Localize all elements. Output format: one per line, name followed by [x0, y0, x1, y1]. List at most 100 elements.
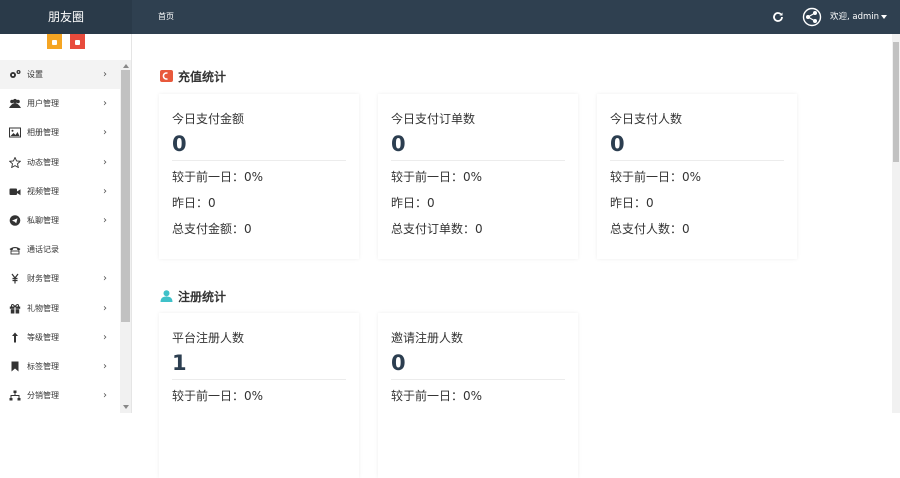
- logo-red-icon: [70, 34, 85, 49]
- chevron-right-icon: ›: [103, 360, 107, 372]
- sidebar-item-label: 分销管理: [27, 391, 59, 401]
- sidebar-item-label: 私聊管理: [27, 215, 59, 225]
- chevron-right-icon: ›: [103, 98, 107, 110]
- recharge-title-text: 充值统计: [178, 70, 227, 84]
- image-icon: [9, 127, 21, 138]
- tab-home[interactable]: 首页: [158, 0, 174, 34]
- sidebar-item-albums[interactable]: 相册管理 ›: [0, 118, 120, 147]
- sidebar-item-users[interactable]: 用户管理 ›: [0, 89, 120, 118]
- card-total: 总支付金额：0: [172, 222, 252, 236]
- main-scrollbar[interactable]: [892, 34, 900, 413]
- sidebar-menu: 设置 › 用户管理 › 相册管理 › 动态管理 › 视频管理 › 私聊管理 ›: [0, 60, 120, 410]
- card-divider: [391, 379, 565, 380]
- sidebar: 设置 › 用户管理 › 相册管理 › 动态管理 › 视频管理 › 私聊管理 ›: [0, 34, 132, 413]
- card-compare: 较于前一日：0%: [172, 389, 264, 403]
- card-value: 0: [391, 132, 406, 156]
- sidebar-scroll-thumb[interactable]: [121, 70, 130, 322]
- sidebar-item-label: 财务管理: [27, 274, 59, 284]
- stat-card-today-amount: 今日支付金额 0 较于前一日：0% 昨日：0 总支付金额：0: [159, 94, 359, 259]
- paper-plane-icon: [9, 215, 21, 226]
- logo-orange-icon: [47, 34, 62, 49]
- level-up-icon: [12, 332, 18, 343]
- sidebar-item-label: 相册管理: [27, 128, 59, 138]
- card-total: 总支付人数：0: [610, 222, 690, 236]
- sidebar-item-label: 动态管理: [27, 157, 59, 167]
- bookmark-icon: [11, 361, 19, 372]
- chevron-right-icon: ›: [103, 214, 107, 226]
- share-circle-icon[interactable]: [802, 7, 822, 27]
- scroll-up-arrow-icon[interactable]: [123, 64, 129, 68]
- star-icon: [9, 156, 21, 168]
- sidebar-item-tags[interactable]: 标签管理 ›: [0, 352, 120, 381]
- sidebar-item-label: 标签管理: [27, 361, 59, 371]
- sidebar-item-levels[interactable]: 等级管理 ›: [0, 323, 120, 352]
- card-yesterday: 昨日：0: [610, 196, 654, 210]
- stat-card-platform-registrations: 平台注册人数 1 较于前一日：0%: [159, 313, 359, 478]
- stat-card-invite-registrations: 邀请注册人数 0 较于前一日：0%: [378, 313, 578, 478]
- sidebar-item-label: 视频管理: [27, 186, 59, 196]
- recharge-section-title: 充值统计: [160, 68, 226, 85]
- chevron-right-icon: ›: [103, 156, 107, 168]
- card-compare: 较于前一日：0%: [610, 170, 702, 184]
- refresh-icon[interactable]: [772, 11, 784, 23]
- sidebar-item-videos[interactable]: 视频管理 ›: [0, 177, 120, 206]
- stat-card-today-payers: 今日支付人数 0 较于前一日：0% 昨日：0 总支付人数：0: [597, 94, 797, 259]
- sidebar-item-moments[interactable]: 动态管理 ›: [0, 148, 120, 177]
- main-scroll-thumb[interactable]: [893, 42, 899, 162]
- sidebar-item-label: 礼物管理: [27, 303, 59, 313]
- wallet-icon: [160, 70, 173, 82]
- sidebar-item-call-records[interactable]: 通话记录: [0, 235, 120, 264]
- card-divider: [172, 379, 346, 380]
- sidebar-item-label: 设置: [27, 70, 43, 79]
- sidebar-item-finance[interactable]: 财务管理 ›: [0, 264, 120, 293]
- sidebar-item-distribution[interactable]: 分销管理 ›: [0, 381, 120, 410]
- video-icon: [9, 188, 21, 195]
- sidebar-logo: [0, 34, 120, 60]
- sidebar-item-gifts[interactable]: 礼物管理 ›: [0, 294, 120, 323]
- card-yesterday: 昨日：0: [172, 196, 216, 210]
- sidebar-item-label: 用户管理: [27, 99, 59, 109]
- chevron-right-icon: ›: [103, 69, 107, 80]
- card-divider: [172, 160, 346, 161]
- sidebar-item-label: 通话记录: [27, 245, 59, 255]
- card-value: 0: [610, 132, 625, 156]
- phone-icon: [9, 247, 21, 255]
- card-title: 今日支付订单数: [391, 112, 476, 126]
- chevron-right-icon: ›: [103, 185, 107, 197]
- dashboard-main: 充值统计 今日支付金额 0 较于前一日：0% 昨日：0 总支付金额：0 今日支付…: [133, 34, 892, 478]
- gift-icon: [9, 303, 21, 313]
- card-value: 0: [391, 351, 406, 375]
- chevron-right-icon: ›: [103, 302, 107, 314]
- sidebar-item-private-chat[interactable]: 私聊管理 ›: [0, 206, 120, 235]
- card-value: 1: [172, 351, 187, 375]
- card-compare: 较于前一日：0%: [172, 170, 264, 184]
- user-icon: [160, 290, 173, 302]
- card-compare: 较于前一日：0%: [391, 170, 483, 184]
- card-divider: [610, 160, 784, 161]
- chevron-right-icon: ›: [103, 331, 107, 343]
- card-value: 0: [172, 132, 187, 156]
- card-divider: [391, 160, 565, 161]
- register-title-text: 注册统计: [178, 290, 227, 304]
- card-total: 总支付订单数：0: [391, 222, 483, 236]
- user-menu[interactable]: 欢迎, admin: [830, 0, 888, 34]
- caret-down-icon: [881, 14, 888, 19]
- sidebar-item-settings[interactable]: 设置 ›: [0, 60, 120, 90]
- card-yesterday: 昨日：0: [391, 196, 435, 210]
- sidebar-item-label: 等级管理: [27, 332, 59, 342]
- yen-icon: [11, 273, 19, 284]
- card-title: 今日支付金额: [172, 112, 245, 126]
- chevron-right-icon: ›: [103, 127, 107, 139]
- scroll-down-arrow-icon[interactable]: [123, 405, 129, 409]
- card-title: 今日支付人数: [610, 112, 683, 126]
- top-navbar: 朋友圈 首页 欢迎, admin: [0, 0, 900, 34]
- sitemap-icon: [9, 390, 21, 401]
- card-compare: 较于前一日：0%: [391, 389, 483, 403]
- brand-title[interactable]: 朋友圈: [0, 0, 132, 34]
- card-title: 平台注册人数: [172, 331, 245, 345]
- card-title: 邀请注册人数: [391, 331, 464, 345]
- stat-card-today-orders: 今日支付订单数 0 较于前一日：0% 昨日：0 总支付订单数：0: [378, 94, 578, 259]
- sidebar-scrollbar[interactable]: [120, 60, 131, 413]
- chevron-right-icon: ›: [103, 390, 107, 402]
- chevron-right-icon: ›: [103, 273, 107, 285]
